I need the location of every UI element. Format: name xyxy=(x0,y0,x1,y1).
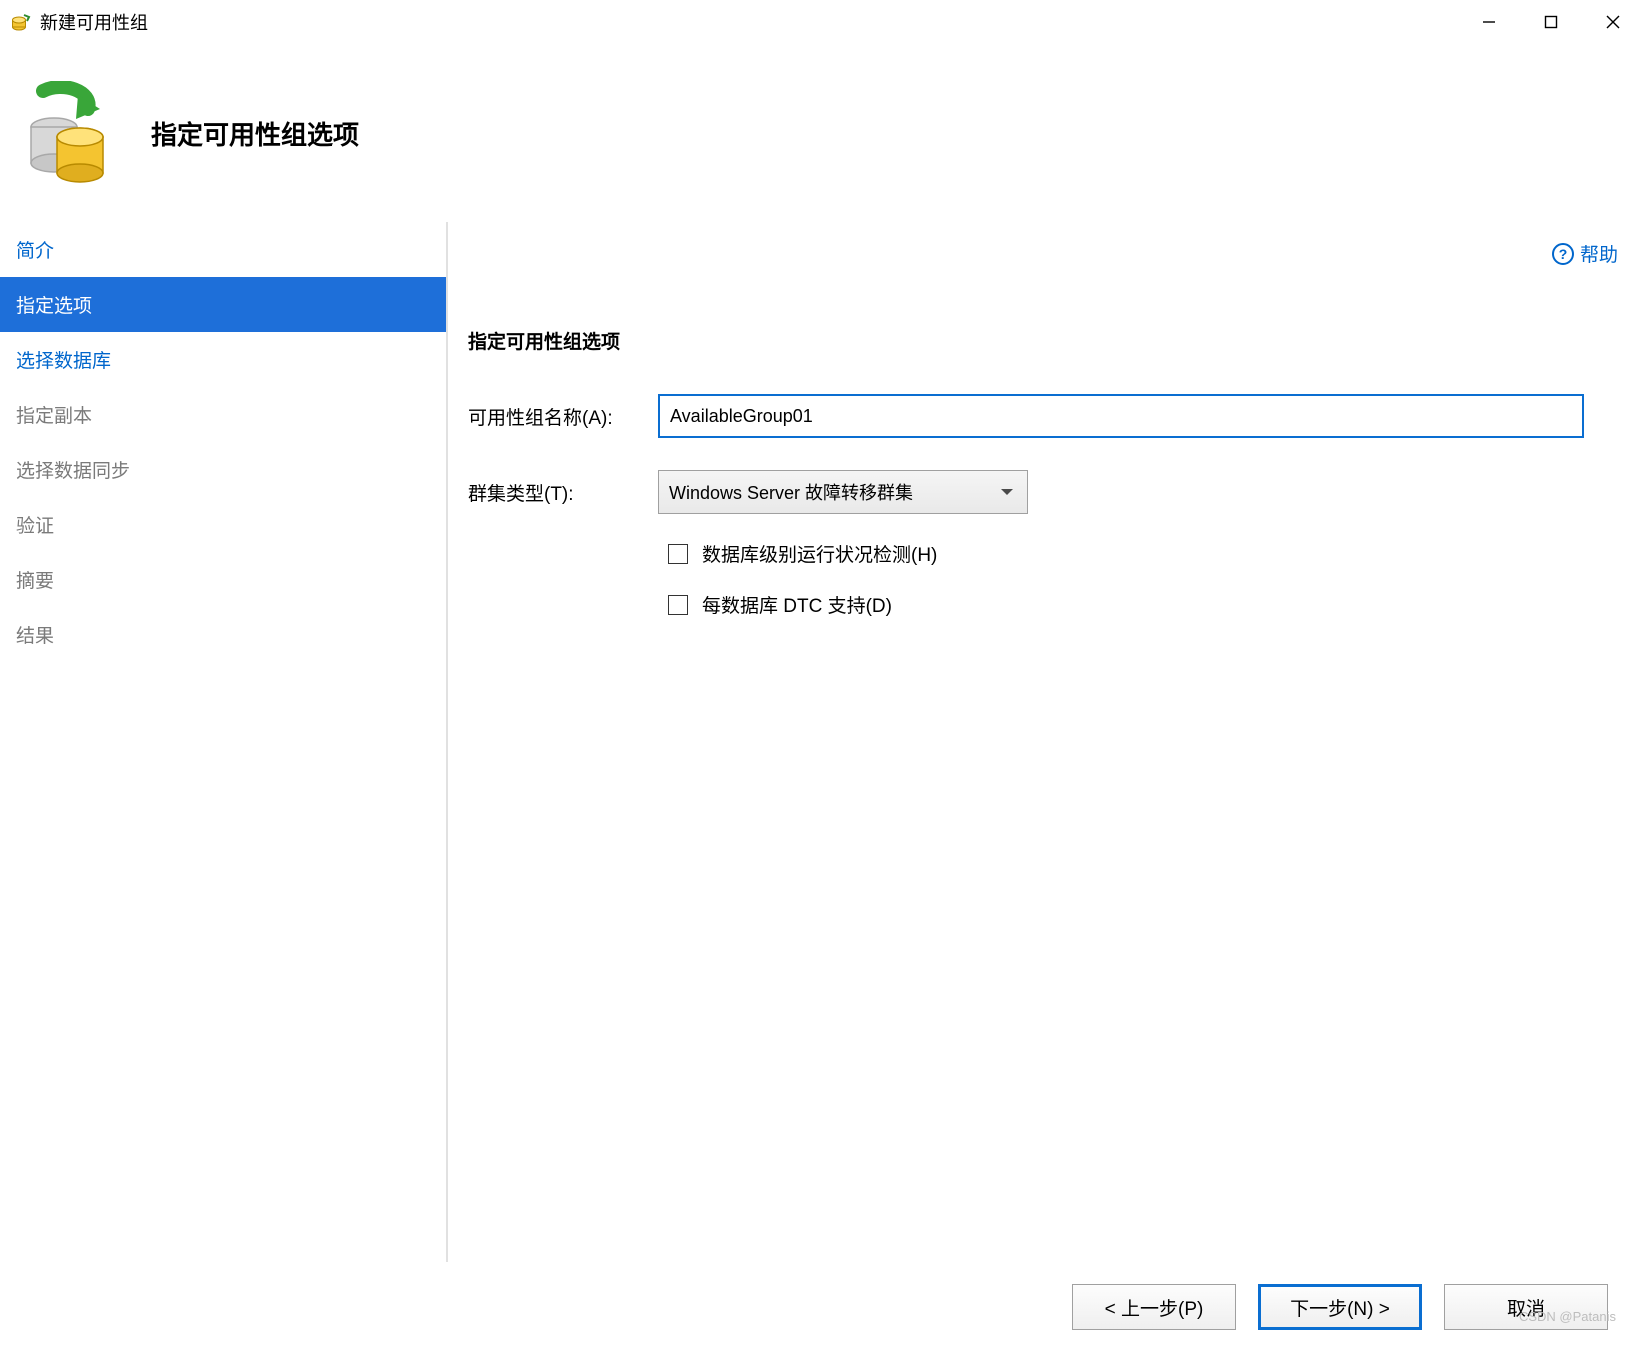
button-label: < 上一步(P) xyxy=(1105,1294,1204,1321)
content-pane: ? 帮助 指定可用性组选项 可用性组名称(A): 群集类型(T): Window… xyxy=(448,222,1644,1262)
sidebar-item-data-sync[interactable]: 选择数据同步 xyxy=(0,442,446,497)
chevron-down-icon xyxy=(1001,489,1013,495)
wizard-window: 新建可用性组 xyxy=(0,0,1644,1352)
titlebar: 新建可用性组 xyxy=(0,0,1644,44)
sidebar-item-label: 指定选项 xyxy=(16,296,92,317)
sidebar-item-select-db[interactable]: 选择数据库 xyxy=(0,332,446,387)
watermark-credit: CSDN @Patanis xyxy=(1519,1309,1616,1324)
cluster-type-select[interactable]: Windows Server 故障转移群集 xyxy=(658,470,1028,514)
sidebar-item-summary[interactable]: 摘要 xyxy=(0,552,446,607)
sidebar-item-label: 简介 xyxy=(16,241,54,262)
checkbox-health-detection[interactable]: 数据库级别运行状况检测(H) xyxy=(668,540,1584,567)
row-cluster-type: 群集类型(T): Windows Server 故障转移群集 xyxy=(468,470,1584,514)
sidebar-item-label: 指定副本 xyxy=(16,406,92,427)
help-label: 帮助 xyxy=(1580,240,1618,267)
form-area: 可用性组名称(A): 群集类型(T): Windows Server 故障转移群… xyxy=(448,354,1644,618)
sidebar-item-label: 选择数据同步 xyxy=(16,461,130,482)
body: 简介 指定选项 选择数据库 指定副本 选择数据同步 验证 摘要 结果 ? 帮助 … xyxy=(0,222,1644,1262)
sidebar: 简介 指定选项 选择数据库 指定副本 选择数据同步 验证 摘要 结果 xyxy=(0,222,448,1262)
sidebar-item-specify-replica[interactable]: 指定副本 xyxy=(0,387,446,442)
footer: < 上一步(P) 下一步(N) > 取消 xyxy=(0,1262,1644,1352)
window-title: 新建可用性组 xyxy=(40,9,148,35)
sidebar-item-label: 验证 xyxy=(16,516,54,537)
help-icon: ? xyxy=(1552,243,1574,265)
checkbox-box xyxy=(668,595,688,615)
prev-button[interactable]: < 上一步(P) xyxy=(1072,1284,1236,1330)
row-group-name: 可用性组名称(A): xyxy=(468,394,1584,438)
sidebar-item-intro[interactable]: 简介 xyxy=(0,222,446,277)
group-name-label: 可用性组名称(A): xyxy=(468,403,658,430)
window-controls xyxy=(1458,2,1644,42)
wizard-icon xyxy=(18,81,113,186)
sidebar-item-specify-options[interactable]: 指定选项 xyxy=(0,277,446,332)
sidebar-item-label: 结果 xyxy=(16,626,54,647)
checkbox-box xyxy=(668,544,688,564)
header-title: 指定可用性组选项 xyxy=(151,115,359,152)
checkbox-group: 数据库级别运行状况检测(H) 每数据库 DTC 支持(D) xyxy=(668,540,1584,618)
sidebar-item-label: 摘要 xyxy=(16,571,54,592)
section-title: 指定可用性组选项 xyxy=(448,222,1644,354)
app-icon xyxy=(10,11,32,33)
button-label: 下一步(N) > xyxy=(1290,1294,1390,1321)
maximize-button[interactable] xyxy=(1520,2,1582,42)
checkbox-dtc-support[interactable]: 每数据库 DTC 支持(D) xyxy=(668,591,1584,618)
header-panel: 指定可用性组选项 xyxy=(0,44,1644,222)
sidebar-item-label: 选择数据库 xyxy=(16,351,111,372)
close-button[interactable] xyxy=(1582,2,1644,42)
group-name-input[interactable] xyxy=(658,394,1584,438)
sidebar-item-result[interactable]: 结果 xyxy=(0,607,446,662)
cluster-type-value: Windows Server 故障转移群集 xyxy=(669,479,913,505)
checkbox-label: 数据库级别运行状况检测(H) xyxy=(702,540,937,567)
checkbox-label: 每数据库 DTC 支持(D) xyxy=(702,591,892,618)
sidebar-item-validate[interactable]: 验证 xyxy=(0,497,446,552)
next-button[interactable]: 下一步(N) > xyxy=(1258,1284,1422,1330)
cluster-type-label: 群集类型(T): xyxy=(468,479,658,506)
help-link[interactable]: ? 帮助 xyxy=(1552,240,1618,267)
minimize-button[interactable] xyxy=(1458,2,1520,42)
